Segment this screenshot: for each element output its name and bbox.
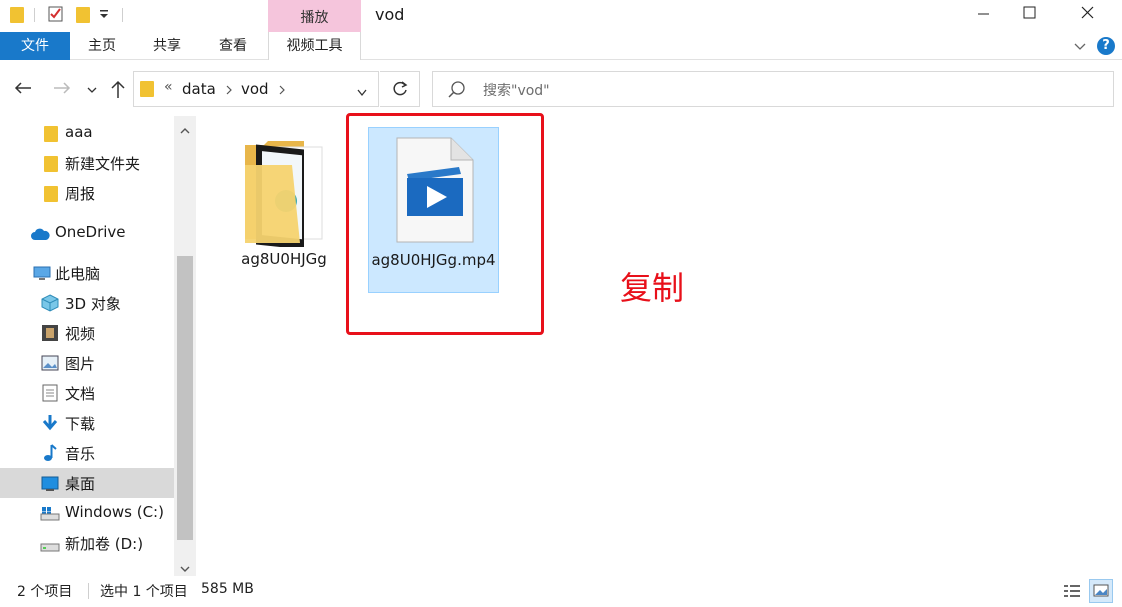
content-scrollbar[interactable] [1116,116,1122,576]
details-view-button[interactable] [1060,579,1084,603]
chevron-right-icon[interactable] [277,82,287,100]
annotation-copy-text: 复制 [620,269,685,307]
breadcrumb-vod[interactable]: vod [241,80,269,98]
nav-item-label: 图片 [65,355,96,373]
tab-share[interactable]: 共享 [134,32,200,60]
title-bar: 播放 vod [0,0,1122,32]
divider [88,583,89,599]
folder-icon [140,81,154,97]
nav-item-weekly-report[interactable]: 周报 [0,178,174,208]
expand-ribbon-icon[interactable] [1072,38,1088,58]
folder-icon [10,7,24,23]
close-button[interactable] [1064,0,1110,30]
tab-file[interactable]: 文件 [0,32,70,60]
nav-item-aaa[interactable]: aaa [0,118,174,148]
minimize-button[interactable] [960,0,1006,30]
cloud-icon [30,227,50,245]
folder-thumbnail-icon [242,139,326,251]
annotation-highlight-box [346,113,544,335]
nav-item-drive-d[interactable]: 新加卷 (D:) [0,528,174,558]
status-bar: 2 个项目 选中 1 个项目 585 MB [0,576,1122,606]
address-history-dropdown-icon[interactable] [356,84,368,102]
up-arrow-icon[interactable] [109,79,127,103]
download-arrow-icon [41,414,59,436]
picture-icon [41,355,59,375]
address-row: « data vod 搜索"vod" [0,60,1122,116]
nav-item-label: 新建文件夹 [65,155,141,173]
nav-item-label: 3D 对象 [65,295,121,313]
scroll-up-icon[interactable] [179,122,191,140]
nav-scrollbar[interactable] [174,116,196,576]
nav-item-desktop[interactable]: 桌面 [0,468,174,498]
search-input[interactable]: 搜索"vod" [432,71,1114,107]
drive-icon [40,539,60,557]
windows-drive-icon [40,506,60,526]
nav-item-label: 此电脑 [55,265,101,283]
folder-icon [44,156,58,172]
recent-locations-icon[interactable] [86,82,98,100]
breadcrumb-data[interactable]: data [182,80,216,98]
nav-item-label: 下载 [65,415,96,433]
nav-item-label: 桌面 [65,475,96,493]
back-arrow-icon[interactable] [13,80,33,100]
nav-item-windows-c[interactable]: Windows (C:) [0,498,174,528]
customize-dropdown-icon[interactable] [98,8,114,24]
large-icons-view-button[interactable] [1089,579,1113,603]
file-item-folder[interactable]: ag8U0HJGg [226,127,342,277]
nav-item-this-pc[interactable]: 此电脑 [0,258,174,288]
selection-count: 选中 1 个项目 [100,584,188,600]
film-icon [41,324,59,346]
item-count: 2 个项目 [17,584,73,600]
desktop-icon [41,476,59,496]
nav-item-label: 视频 [65,325,96,343]
computer-icon [33,266,51,286]
new-folder-icon[interactable] [76,7,90,23]
nav-item-pictures[interactable]: 图片 [0,348,174,378]
divider [122,8,123,22]
cube-icon [41,294,59,316]
nav-item-onedrive[interactable]: OneDrive [0,218,174,248]
properties-icon[interactable] [48,6,64,22]
nav-item-new-folder[interactable]: 新建文件夹 [0,148,174,178]
refresh-icon [391,80,409,102]
nav-item-label: 新加卷 (D:) [65,535,144,553]
nav-item-videos[interactable]: 视频 [0,318,174,348]
nav-item-music[interactable]: 音乐 [0,438,174,468]
breadcrumb-overflow[interactable]: « [164,79,173,95]
nav-item-downloads[interactable]: 下载 [0,408,174,438]
nav-item-3d-objects[interactable]: 3D 对象 [0,288,174,318]
document-icon [42,384,58,406]
search-placeholder: 搜索"vod" [483,83,550,99]
nav-item-documents[interactable]: 文档 [0,378,174,408]
context-tab-group-playback: 播放 [268,0,361,32]
folder-icon [44,126,58,142]
file-name: ag8U0HJGg [241,250,327,268]
forward-arrow-icon[interactable] [52,80,72,100]
ribbon-tab-bar: 文件 主页 共享 查看 视频工具 ? [0,32,1122,60]
nav-item-label: aaa [65,123,93,141]
music-note-icon [43,444,57,466]
folder-icon [44,186,58,202]
scrollbar-thumb[interactable] [177,256,193,540]
divider [34,8,35,22]
tab-home[interactable]: 主页 [70,32,134,60]
nav-item-label: 文档 [65,385,96,403]
address-bar[interactable]: « data vod [133,71,379,107]
refresh-button[interactable] [380,71,420,107]
tab-video-tools[interactable]: 视频工具 [268,32,361,60]
nav-item-label: OneDrive [55,223,126,241]
window-title: vod [375,5,405,24]
nav-item-label: 周报 [65,185,96,203]
nav-item-label: 音乐 [65,445,96,463]
maximize-button[interactable] [1006,0,1052,30]
nav-item-label: Windows (C:) [65,503,164,521]
navigation-pane: aaa 新建文件夹 周报 OneDrive 此电脑 3D 对象 视频 图片 文档… [0,116,196,576]
selection-size: 585 MB [201,581,254,597]
chevron-right-icon[interactable] [224,82,234,100]
tab-view[interactable]: 查看 [200,32,266,60]
search-icon [447,80,467,104]
help-icon[interactable]: ? [1097,37,1115,55]
